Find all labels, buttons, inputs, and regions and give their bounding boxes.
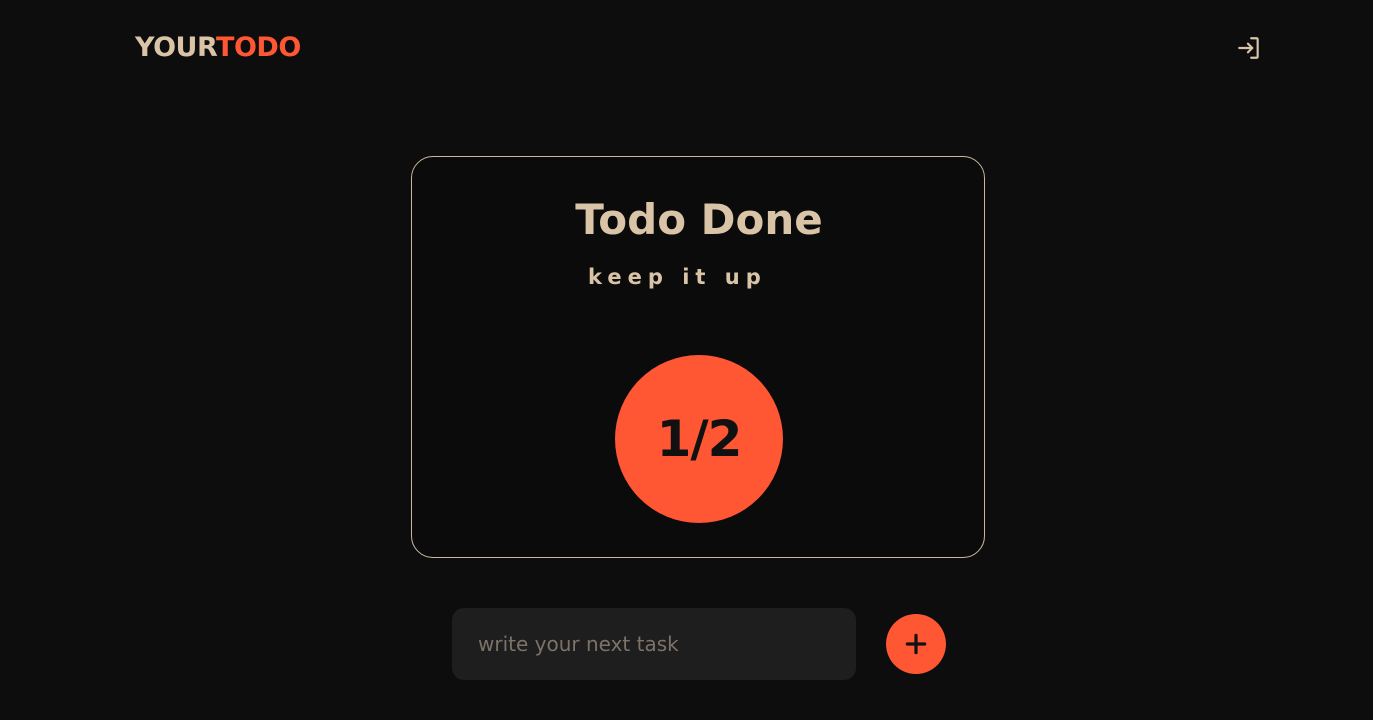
summary-title: Todo Done [575, 195, 823, 244]
task-input[interactable] [452, 608, 856, 680]
progress-count: 1/2 [656, 410, 743, 468]
logo[interactable]: YOURTODO [135, 32, 301, 64]
logo-text-your: YOUR [135, 32, 217, 63]
app-page: YOURTODO Todo Done keep it up 1/2 [0, 0, 1373, 720]
progress-circle: 1/2 [615, 355, 783, 523]
login-icon [1236, 35, 1262, 61]
plus-icon [903, 631, 929, 657]
summary-subtitle: keep it up [588, 265, 767, 289]
logo-text-todo: TODO [216, 32, 301, 63]
login-button[interactable] [1236, 35, 1262, 61]
add-task-button[interactable] [886, 614, 946, 674]
